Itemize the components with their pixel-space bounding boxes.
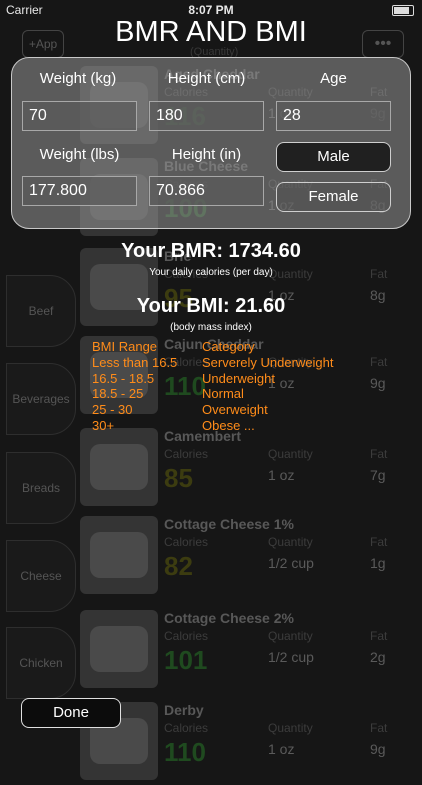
fat-label: Fat xyxy=(370,535,388,549)
bmi-range-cell: 30+ xyxy=(92,417,115,433)
weight-lbs-label: Weight (lbs) xyxy=(39,146,120,163)
bmi-table-row: 25 - 30 Overweight xyxy=(92,402,392,418)
age-label: Age xyxy=(320,70,347,87)
food-name: Cottage Cheese 1% xyxy=(164,516,294,532)
calories-value: 101 xyxy=(164,645,208,675)
bmi-category-table: BMI Range Category Less than 16.5 Server… xyxy=(92,339,392,434)
height-in-field[interactable] xyxy=(149,176,264,206)
fat-value: 1g xyxy=(370,555,386,571)
bmi-subtitle: (body mass index) xyxy=(170,322,252,333)
bmi-range-cell: 25 - 30 xyxy=(92,402,133,418)
fat-label: Fat xyxy=(370,629,388,643)
quantity-label: Quantity xyxy=(268,721,313,735)
bmi-table-row: 16.5 - 18.5 Underweight xyxy=(92,371,392,387)
fat-label: Fat xyxy=(370,721,388,735)
quantity-value: 1 oz xyxy=(268,741,295,757)
bmi-table-row: 18.5 - 25 Normal xyxy=(92,386,392,402)
height-cm-label: Height (cm) xyxy=(167,70,246,87)
battery-icon xyxy=(392,5,414,16)
food-thumbnail xyxy=(80,516,158,594)
male-button[interactable]: Male xyxy=(276,142,391,172)
done-button[interactable]: Done xyxy=(21,698,121,728)
input-panel: Weight (kg) Height (cm) Age Weight (lbs)… xyxy=(11,57,411,229)
bmi-range-header: BMI Range xyxy=(92,339,158,354)
bmi-table-row: 30+ Obese ... xyxy=(92,418,392,434)
food-name: Cottage Cheese 2% xyxy=(164,610,294,626)
quantity-label: Quantity xyxy=(268,629,313,643)
quantity-label: Quantity xyxy=(268,535,313,549)
calories-value: 82 xyxy=(164,551,193,581)
calories-value: 85 xyxy=(164,463,193,493)
food-row: Cottage Cheese 1% Calories Quantity Fat 82 1/… xyxy=(78,513,422,599)
category-tab-beverages: Beverages xyxy=(6,363,76,435)
bmi-table-header: BMI Range Category xyxy=(92,339,392,355)
bmi-category-cell: Serverely Underweight xyxy=(202,354,334,370)
food-thumbnail xyxy=(80,610,158,688)
weight-lbs-field[interactable] xyxy=(22,176,137,206)
quantity-value: 1/2 cup xyxy=(268,649,314,665)
category-tab-breads: Breads xyxy=(6,452,76,524)
food-name: Derby xyxy=(164,702,204,718)
female-button[interactable]: Female xyxy=(276,182,391,212)
height-cm-field[interactable] xyxy=(149,101,264,131)
calories-value: 110 xyxy=(164,737,206,767)
quantity-label: Quantity xyxy=(268,447,313,461)
weight-kg-field[interactable] xyxy=(22,101,137,131)
fat-label: Fat xyxy=(370,447,388,461)
weight-kg-label: Weight (kg) xyxy=(39,70,117,87)
calories-label: Calories xyxy=(164,721,209,735)
quantity-value: 1 oz xyxy=(268,467,295,483)
category-tab-cheese: Cheese xyxy=(6,540,76,612)
height-in-label: Height (in) xyxy=(171,146,242,163)
food-row: Camembert Calories Quantity Fat 85 1 oz 7g xyxy=(78,425,422,511)
food-thumbnail xyxy=(80,428,158,506)
fat-value: 7g xyxy=(370,467,386,483)
fat-value: 9g xyxy=(370,741,386,757)
bmr-result: Your BMR: 1734.60 xyxy=(121,240,301,262)
bmi-category-cell: Obese ... xyxy=(202,417,255,433)
bmi-category-cell: Underweight xyxy=(202,370,275,386)
quantity-value: 1/2 cup xyxy=(268,555,314,571)
dialog-title: BMR AND BMI xyxy=(115,16,307,48)
food-row: Cottage Cheese 2% Calories Quantity Fat 101 1… xyxy=(78,607,422,693)
bmi-table-row: Less than 16.5 Serverely Underweight xyxy=(92,355,392,371)
calories-label: Calories xyxy=(164,447,209,461)
bmi-range-cell: Less than 16.5 xyxy=(92,354,178,370)
calories-label: Calories xyxy=(164,629,209,643)
bmi-range-cell: 16.5 - 18.5 xyxy=(92,370,155,386)
bmi-category-cell: Overweight xyxy=(202,402,268,418)
bmi-category-cell: Normal xyxy=(202,386,244,402)
bmi-result: Your BMI: 21.60 xyxy=(136,295,286,317)
bmi-range-cell: 18.5 - 25 xyxy=(92,386,144,402)
bmr-subtitle: Your daily calories (per day) xyxy=(149,267,273,278)
age-field[interactable] xyxy=(276,101,391,131)
bmi-category-header: Category xyxy=(202,339,255,354)
fat-value: 2g xyxy=(370,649,386,665)
category-tab-chicken: Chicken xyxy=(6,627,76,699)
calories-label: Calories xyxy=(164,535,209,549)
food-row: Derby Calories Quantity Fat 110 1 oz 9g xyxy=(78,699,422,785)
